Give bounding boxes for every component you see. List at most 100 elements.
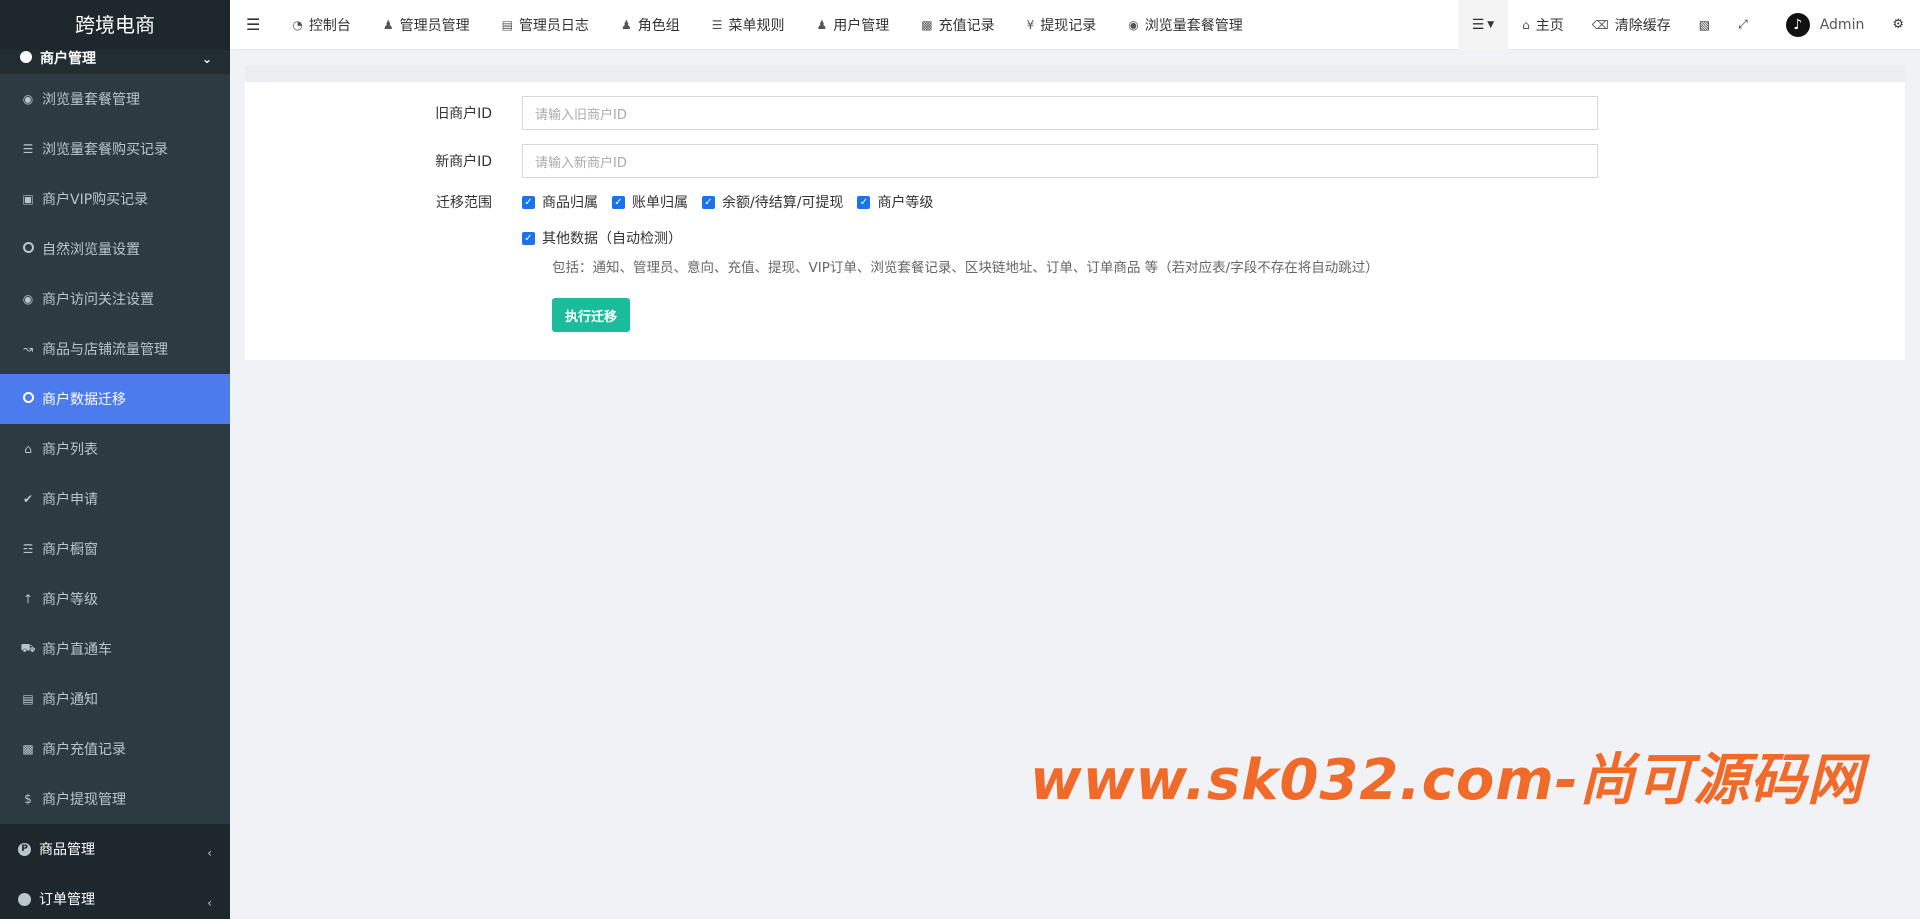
new-id-input[interactable]: 请输入新商户ID <box>522 144 1598 178</box>
newspaper-icon: ▤ <box>22 692 34 706</box>
eye-icon: ◉ <box>22 92 34 106</box>
nav-clear-cache[interactable]: ⌫ 清除缓存 <box>1578 0 1685 50</box>
sidebar-item-withdraw[interactable]: $ 商户提现管理 <box>0 774 230 824</box>
sidebar-item-label: 商户直通车 <box>42 642 112 658</box>
scope-goods-checkbox[interactable]: ✓ 商品归属 <box>522 192 598 212</box>
watermark: www.sk032.com-尚可源码网 <box>1030 748 1864 813</box>
sidebar-item-notice[interactable]: ▤ 商户通知 <box>0 674 230 724</box>
nav-admin-log[interactable]: ▤ 管理员日志 <box>486 0 605 50</box>
checkbox-label: 余额/待结算/可提现 <box>722 195 844 211</box>
sidebar-item-merchant-list[interactable]: ⌂ 商户列表 <box>0 424 230 474</box>
nav-dashboard[interactable]: ◔ 控制台 <box>276 0 366 50</box>
dashboard-icon: ◔ <box>292 17 303 32</box>
money-icon: ▩ <box>22 742 34 756</box>
caret-down-icon: ▼ <box>1487 19 1495 30</box>
sidebar-item-label: 商户VIP购买记录 <box>42 192 149 208</box>
scope-balance-checkbox[interactable]: ✓ 余额/待结算/可提现 <box>702 192 843 212</box>
sidebar-submenu: ◉ 浏览量套餐管理 ☰ 浏览量套餐购买记录 ▣ 商户VIP购买记录 自然浏览量设置 ◉… <box>0 74 230 824</box>
log-icon: ▤ <box>501 17 513 32</box>
sidebar-item-through-train[interactable]: ⛟ 商户直通车 <box>0 624 230 674</box>
nav-admin-manage[interactable]: ♟ 管理员管理 <box>367 0 486 50</box>
nav-role-group[interactable]: ♟ 角色组 <box>605 0 696 50</box>
sidebar-item-label: 自然浏览量设置 <box>42 242 140 258</box>
old-id-label: 旧商户ID <box>435 106 492 122</box>
settings-button[interactable]: ⚙ <box>1878 0 1920 50</box>
checkbox-label: 账单归属 <box>632 195 688 211</box>
old-id-row: 旧商户ID 请输入旧商户ID <box>245 96 1905 130</box>
nav-menu-rules[interactable]: ☰ 菜单规则 <box>696 0 801 50</box>
scope-row-2: ✓ 其他数据（自动检测） <box>245 228 1905 248</box>
sidebar-item-visit-follow[interactable]: ◉ 商户访问关注设置 <box>0 274 230 324</box>
line-chart-icon: ↝ <box>22 342 34 356</box>
menu-mode-dropdown[interactable]: ☰ ▼ <box>1457 0 1509 50</box>
app-logo[interactable]: 跨境电商 <box>0 0 230 50</box>
nav-recharge[interactable]: ▩ 充值记录 <box>905 0 1010 50</box>
p-icon: P <box>18 842 31 856</box>
level-up-icon: ↑ <box>22 592 34 606</box>
list-icon: ☰ <box>1471 16 1485 33</box>
nav-label: 控制台 <box>308 17 351 34</box>
sidebar-item-label: 商户列表 <box>42 442 98 458</box>
sidebar-item-traffic-purchase[interactable]: ☰ 浏览量套餐购买记录 <box>0 124 230 174</box>
user-name: Admin <box>1819 16 1865 33</box>
sidebar-item-data-migration[interactable]: 商户数据迁移 <box>0 374 230 424</box>
checkbox-label: 商户等级 <box>877 195 934 211</box>
user-menu[interactable]: ♪ Admin <box>1762 0 1879 50</box>
execute-migration-button[interactable]: 执行迁移 <box>552 298 630 332</box>
checkbox-checked-icon: ✓ <box>522 231 535 245</box>
sidebar-item-label: 商户等级 <box>42 592 98 608</box>
scope-other-checkbox[interactable]: ✓ 其他数据（自动检测） <box>522 228 682 248</box>
top-navbar: ☰ ◔ 控制台 ♟ 管理员管理 ▤ 管理员日志 ♟ 角色组 ☰ 菜单规则 ♟ 用户管理 ▩ 充… <box>230 0 1920 50</box>
sidebar-item-vip-purchase[interactable]: ▣ 商户VIP购买记录 <box>0 174 230 224</box>
new-id-row: 新商户ID 请输入新商户ID <box>245 144 1905 178</box>
sidebar-item-label: 浏览量套餐管理 <box>42 92 140 108</box>
nav-home[interactable]: ⌂ 主页 <box>1508 0 1578 50</box>
sidebar-group-label: 商品管理 <box>39 842 95 858</box>
sidebar-item-merchant-apply[interactable]: ✔ 商户申请 <box>0 474 230 524</box>
money-icon: ▩ <box>921 17 933 32</box>
sidebar-item-label: 商户橱窗 <box>42 542 98 558</box>
scope-bill-checkbox[interactable]: ✓ 账单归属 <box>612 192 688 212</box>
circle-icon <box>20 392 36 406</box>
scope-level-checkbox[interactable]: ✓ 商户等级 <box>857 192 933 212</box>
sidebar-group-label: 商户管理 <box>40 51 96 67</box>
checkbox-label: 商品归属 <box>542 195 598 211</box>
checkbox-label: 其他数据（自动检测） <box>542 231 682 247</box>
user-icon: ♟ <box>382 17 394 32</box>
expand-icon: ⤢ <box>1738 17 1748 31</box>
nav-traffic-package[interactable]: ◉ 浏览量套餐管理 <box>1112 0 1258 50</box>
nav-label: 浏览量套餐管理 <box>1144 17 1243 34</box>
sidebar-item-label: 商户申请 <box>42 492 98 508</box>
sidebar-toggle-button[interactable]: ☰ <box>230 0 276 50</box>
sidebar-group-merchant[interactable]: 商户管理 ⌄ <box>0 48 230 74</box>
dollar-icon: $ <box>24 792 32 806</box>
sidebar-group-label: 订单管理 <box>39 892 95 908</box>
old-id-input[interactable]: 请输入旧商户ID <box>522 96 1598 130</box>
nav-user-manage[interactable]: ♟ 用户管理 <box>800 0 905 50</box>
checkbox-checked-icon: ✓ <box>702 195 715 209</box>
sidebar-item-recharge[interactable]: ▩ 商户充值记录 <box>0 724 230 774</box>
sidebar-item-showcase[interactable]: ☲ 商户橱窗 <box>0 524 230 574</box>
nav-label: 提现记录 <box>1040 17 1097 34</box>
nav-label: 菜单规则 <box>728 17 785 34</box>
checkbox-checked-icon: ✓ <box>522 195 535 209</box>
sidebar-item-flow-manage[interactable]: ↝ 商品与店铺流量管理 <box>0 324 230 374</box>
home-icon: ⌂ <box>24 442 32 456</box>
new-id-label: 新商户ID <box>435 154 492 170</box>
gears-icon: ⚙ <box>1892 17 1904 32</box>
sidebar-item-traffic-package[interactable]: ◉ 浏览量套餐管理 <box>0 74 230 124</box>
sidebar-item-label: 商户数据迁移 <box>42 392 126 408</box>
sidebar-group-goods[interactable]: P 商品管理 ‹ <box>0 824 230 874</box>
chevron-left-icon: ‹ <box>207 896 212 910</box>
sidebar-item-merchant-level[interactable]: ↑ 商户等级 <box>0 574 230 624</box>
group-icon: ♟ <box>620 17 632 32</box>
language-toggle-button[interactable]: ▧ <box>1685 0 1724 50</box>
sidebar-item-natural-traffic[interactable]: 自然浏览量设置 <box>0 224 230 274</box>
sidebar-item-label: 商户通知 <box>42 692 98 708</box>
sidebar-group-orders[interactable]: 订单管理 ‹ <box>0 874 230 919</box>
nav-withdraw[interactable]: ¥ 提现记录 <box>1011 0 1113 50</box>
nav-label: 充值记录 <box>938 17 995 34</box>
fullscreen-button[interactable]: ⤢ <box>1724 0 1762 50</box>
scope-help-text: 包括：通知、管理员、意向、充值、提现、VIP订单、浏览套餐记录、区块链地址、订单… <box>552 260 1379 276</box>
circle-icon <box>20 242 36 256</box>
